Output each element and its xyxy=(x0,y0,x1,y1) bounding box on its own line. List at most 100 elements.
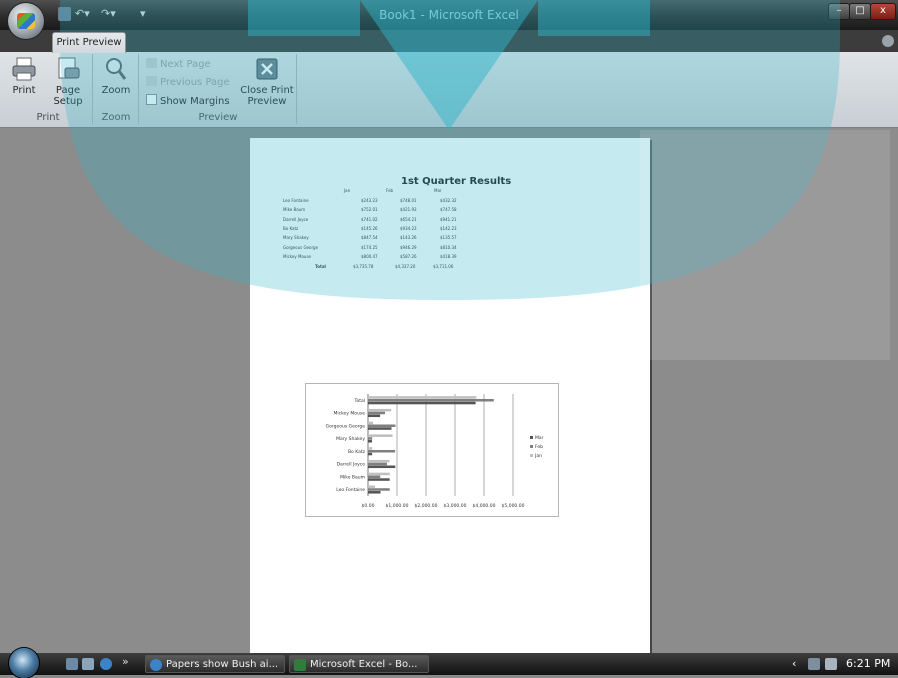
office-button[interactable] xyxy=(8,3,44,39)
group-preview: Next Page Previous Page Show Margins Clo… xyxy=(140,54,297,124)
row-name: Mickey Mouse xyxy=(283,253,312,259)
customize-qat-icon[interactable]: ▾ xyxy=(140,7,150,21)
x-tick-label: $2,000.00 xyxy=(415,503,438,509)
preview-page[interactable]: 1st Quarter Results Jan Feb Mar Leo Font… xyxy=(250,138,650,658)
bar xyxy=(368,437,373,440)
zoom-button[interactable]: Zoom xyxy=(98,56,134,96)
row-name: Mike Baum xyxy=(283,207,306,213)
table-cell: $143.26 xyxy=(400,235,417,241)
bar xyxy=(368,427,392,430)
bar xyxy=(368,398,494,402)
category-label: Mike Baum xyxy=(340,474,365,480)
show-margins-checkbox[interactable]: Show Margins xyxy=(146,94,230,108)
chart-area: $0.00 $1,000.00 $2,000.00 $3,000.00 $4,000.0… xyxy=(305,383,559,517)
category-label: Gorgeous George xyxy=(326,423,366,429)
table-cell: $654.21 xyxy=(400,216,417,222)
taskbar xyxy=(0,653,898,675)
printer-icon xyxy=(12,57,36,81)
table-cell: $142.23 xyxy=(440,225,457,231)
excel-icon xyxy=(294,659,306,671)
close-print-preview-button[interactable]: Close Print Preview xyxy=(240,56,294,107)
bar xyxy=(368,488,390,491)
close-print-preview-label-2: Preview xyxy=(247,96,287,107)
group-zoom-label: Zoom xyxy=(101,112,131,123)
previous-page-button[interactable]: Previous Page xyxy=(146,76,230,89)
switch-windows-icon[interactable] xyxy=(82,658,94,670)
total-label: Total xyxy=(315,264,326,269)
category-label: Darrell Joyce xyxy=(337,462,366,468)
undo-icon[interactable]: ↶▾ xyxy=(75,7,99,21)
page-setup-button[interactable]: Page Setup xyxy=(48,56,88,107)
bar xyxy=(368,401,476,405)
group-print: Print Page Setup Print xyxy=(4,54,93,124)
tab-print-preview[interactable]: Print Preview xyxy=(52,32,126,53)
bar xyxy=(368,408,392,412)
table-cell: $243.23 xyxy=(361,198,378,203)
page-setup-icon xyxy=(58,57,80,79)
legend-label: Jan xyxy=(534,453,542,459)
volume-icon[interactable] xyxy=(825,658,837,670)
category-label: Leo Fontaine xyxy=(336,487,365,493)
row-name: Gorgeous George xyxy=(283,244,319,250)
row-name: Darrell Joyce xyxy=(283,216,309,222)
previous-page-icon xyxy=(146,76,157,86)
table-cell: $800.47 xyxy=(361,253,378,259)
x-tick-label: $4,000.00 xyxy=(473,503,496,509)
row-name: Bo Katz xyxy=(283,225,299,231)
table-cell: $174.25 xyxy=(361,244,378,250)
row-name: Mary Shakey xyxy=(283,235,309,241)
category-label: Mickey Mouse xyxy=(333,411,365,417)
x-tick-label: $1,000.00 xyxy=(386,503,409,509)
category-label: Total xyxy=(353,398,365,404)
tray-expand-icon[interactable]: ‹ xyxy=(792,657,796,670)
close-window-button[interactable]: x xyxy=(870,3,896,20)
bar xyxy=(368,421,374,425)
next-page-icon xyxy=(146,58,157,68)
magnifier-icon xyxy=(106,58,127,80)
help-icon[interactable] xyxy=(882,35,894,47)
minimize-button[interactable]: – xyxy=(828,3,850,20)
ribbon: Print Page Setup Print Zoom Zoom Next Pa… xyxy=(0,52,898,128)
bar xyxy=(368,414,381,418)
task-papers-show-bush[interactable]: Papers show Bush ai... xyxy=(145,655,285,673)
x-tick-label: $3,000.00 xyxy=(444,503,467,509)
network-icon[interactable] xyxy=(808,658,820,670)
more-quicklaunch-icon[interactable]: » xyxy=(122,655,129,668)
legend-label: Mar xyxy=(535,435,544,441)
total-cell: $3,711.06 xyxy=(433,264,454,269)
group-zoom: Zoom Zoom xyxy=(94,54,139,124)
table-cell: $941.21 xyxy=(440,216,457,222)
print-button[interactable]: Print xyxy=(6,56,42,96)
start-button[interactable] xyxy=(9,648,39,678)
next-page-button[interactable]: Next Page xyxy=(146,58,211,71)
page-setup-label-1: Page xyxy=(55,85,81,96)
legend-label: Feb xyxy=(535,444,543,450)
print-button-label: Print xyxy=(12,85,36,96)
table-cell: $934.23 xyxy=(400,225,417,231)
clock[interactable]: 6:21 PM xyxy=(846,657,890,670)
category-label: Bo Katz xyxy=(348,449,366,455)
bar xyxy=(368,472,390,476)
redo-icon[interactable]: ↷▾ xyxy=(101,7,125,21)
table-cell: $135.57 xyxy=(440,235,457,241)
save-icon[interactable] xyxy=(58,7,71,21)
next-page-label: Next Page xyxy=(160,59,211,70)
bar xyxy=(368,447,373,450)
total-cell: $3,735.78 xyxy=(353,264,374,269)
bar xyxy=(368,485,376,488)
bar xyxy=(368,396,477,399)
bar xyxy=(368,459,390,463)
task-microsoft-excel[interactable]: Microsoft Excel - Bo... xyxy=(289,655,429,673)
internet-explorer-icon[interactable] xyxy=(100,658,112,670)
bar xyxy=(368,411,386,415)
page-setup-label-2: Setup xyxy=(53,96,83,107)
maximize-button[interactable]: □ xyxy=(849,3,871,20)
legend-swatch xyxy=(530,445,533,448)
show-desktop-icon[interactable] xyxy=(66,658,78,670)
preview-workspace[interactable]: 1st Quarter Results Jan Feb Mar Leo Font… xyxy=(0,128,898,658)
category-label: Mary Shakey xyxy=(336,436,365,442)
table-cell: $752.01 xyxy=(361,207,378,213)
close-print-preview-label-1: Close Print xyxy=(240,85,294,96)
x-tick-label: $5,000.00 xyxy=(502,503,525,509)
group-preview-label: Preview xyxy=(198,112,238,123)
